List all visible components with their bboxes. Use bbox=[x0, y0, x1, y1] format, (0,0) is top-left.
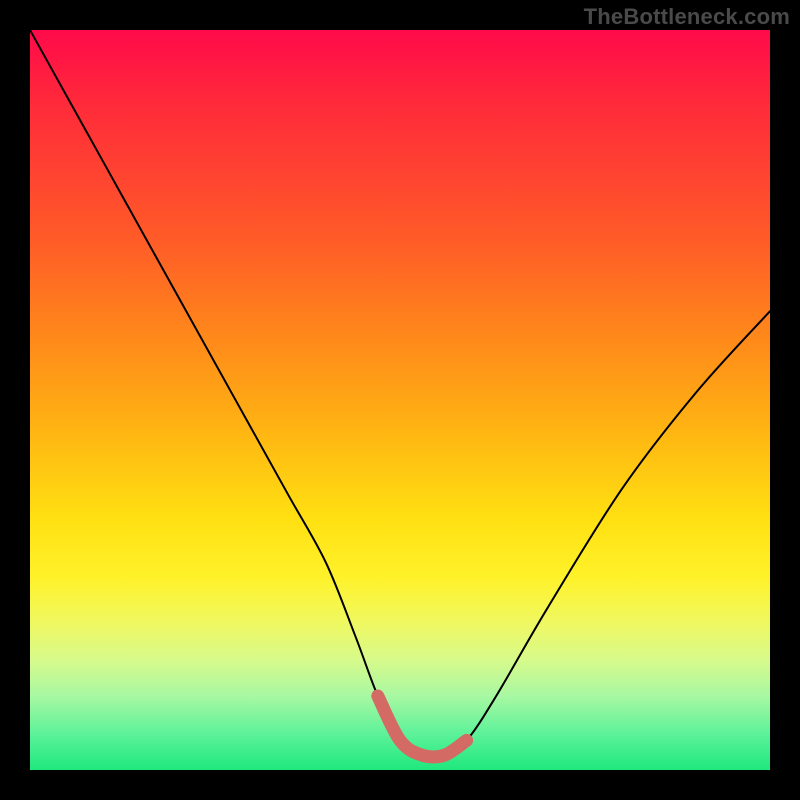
flat-minimum-highlight bbox=[378, 696, 467, 757]
bottleneck-curve-path bbox=[30, 30, 770, 757]
watermark-text: TheBottleneck.com bbox=[584, 4, 790, 30]
chart-frame: TheBottleneck.com bbox=[0, 0, 800, 800]
curve-layer bbox=[30, 30, 770, 770]
plot-area bbox=[30, 30, 770, 770]
